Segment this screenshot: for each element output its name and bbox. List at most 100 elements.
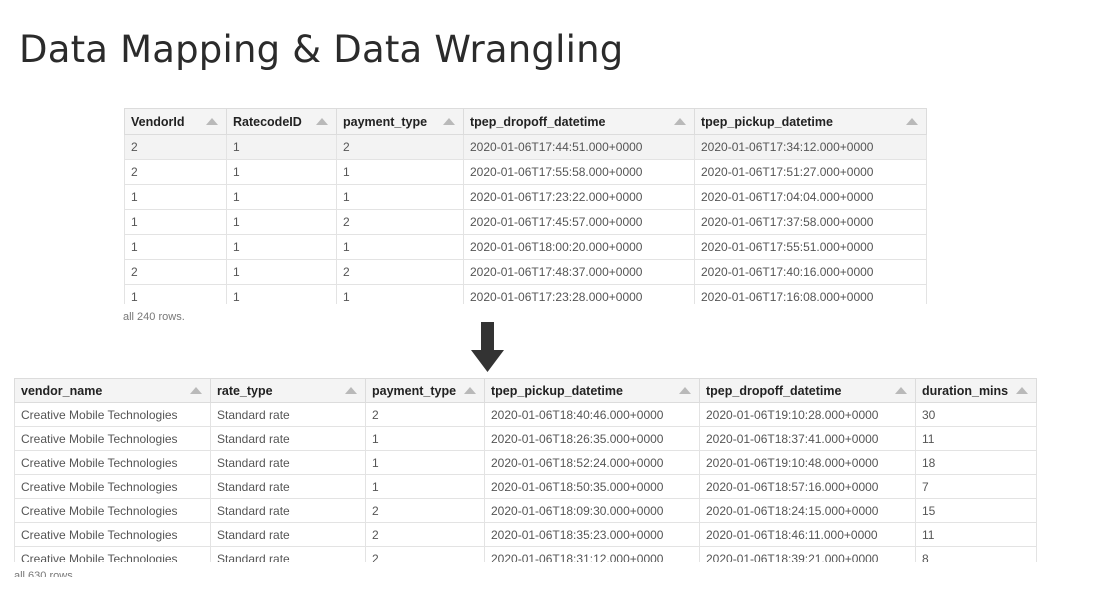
table-cell: 2020-01-06T17:23:22.000+0000 xyxy=(463,184,695,210)
table-cell: 2 xyxy=(336,134,464,160)
table-row[interactable]: Creative Mobile Technologies Standard ra… xyxy=(14,402,1037,427)
table-cell: 1 xyxy=(336,159,464,185)
table-cell: 2020-01-06T17:37:58.000+0000 xyxy=(694,209,927,235)
table-cell: 1 xyxy=(226,284,337,304)
sort-ascending-icon[interactable] xyxy=(206,117,218,125)
sort-ascending-icon[interactable] xyxy=(190,386,202,394)
column-header-rate-type[interactable]: rate_type xyxy=(210,378,366,403)
table-row[interactable]: Creative Mobile Technologies Standard ra… xyxy=(14,498,1037,523)
table-row[interactable]: 1 1 1 2020-01-06T17:23:22.000+0000 2020-… xyxy=(124,184,927,210)
column-header-label: payment_type xyxy=(372,383,457,398)
table-cell: Standard rate xyxy=(210,522,366,547)
table-row[interactable]: 1 1 2 2020-01-06T17:45:57.000+0000 2020-… xyxy=(124,209,927,235)
column-header-pickup-datetime[interactable]: tpep_pickup_datetime xyxy=(484,378,700,403)
table-cell: 2020-01-06T18:31:12.000+0000 xyxy=(484,546,700,562)
column-header-pickup-datetime[interactable]: tpep_pickup_datetime xyxy=(694,108,927,135)
table-cell: 2020-01-06T18:57:16.000+0000 xyxy=(699,474,916,499)
table-cell: 2 xyxy=(124,134,227,160)
table-cell: 15 xyxy=(915,498,1037,523)
column-header-label: rate_type xyxy=(217,383,273,398)
table-cell: 2020-01-06T17:51:27.000+0000 xyxy=(694,159,927,185)
table-cell: 1 xyxy=(226,184,337,210)
table-cell: Standard rate xyxy=(210,426,366,451)
table-cell: 2020-01-06T18:09:30.000+0000 xyxy=(484,498,700,523)
table-row[interactable]: Creative Mobile Technologies Standard ra… xyxy=(14,546,1037,562)
table-row[interactable]: Creative Mobile Technologies Standard ra… xyxy=(14,450,1037,475)
table-row[interactable]: 1 1 1 2020-01-06T18:00:20.000+0000 2020-… xyxy=(124,234,927,260)
table-cell: 2020-01-06T17:45:57.000+0000 xyxy=(463,209,695,235)
table-cell: 1 xyxy=(336,184,464,210)
sort-ascending-icon[interactable] xyxy=(443,117,455,125)
table-row[interactable]: 2 1 2 2020-01-06T17:48:37.000+0000 2020-… xyxy=(124,259,927,285)
table-cell: 2 xyxy=(365,546,485,562)
table-row[interactable]: 1 1 1 2020-01-06T17:23:28.000+0000 2020-… xyxy=(124,284,927,304)
table-cell: 2 xyxy=(124,159,227,185)
table-cell: Standard rate xyxy=(210,402,366,427)
table-cell: 2020-01-06T18:00:20.000+0000 xyxy=(463,234,695,260)
table-cell: 2 xyxy=(365,498,485,523)
sort-ascending-icon[interactable] xyxy=(464,386,476,394)
table-row[interactable]: Creative Mobile Technologies Standard ra… xyxy=(14,522,1037,547)
table-cell: 1 xyxy=(365,426,485,451)
table-cell: 2 xyxy=(365,402,485,427)
table-cell: Creative Mobile Technologies xyxy=(14,546,211,562)
column-header-label: tpep_dropoff_datetime xyxy=(706,383,842,398)
table-cell: 2020-01-06T18:46:11.000+0000 xyxy=(699,522,916,547)
table-cell: 2020-01-06T17:55:51.000+0000 xyxy=(694,234,927,260)
table-cell: 2 xyxy=(336,259,464,285)
column-header-payment-type[interactable]: payment_type xyxy=(336,108,464,135)
table-cell: 2020-01-06T17:04:04.000+0000 xyxy=(694,184,927,210)
table-row[interactable]: 2 1 1 2020-01-06T17:55:58.000+0000 2020-… xyxy=(124,159,927,185)
column-header-label: tpep_pickup_datetime xyxy=(701,114,833,129)
table-cell: 2020-01-06T18:37:41.000+0000 xyxy=(699,426,916,451)
table-cell: 2020-01-06T17:40:16.000+0000 xyxy=(694,259,927,285)
table-cell: 2 xyxy=(124,259,227,285)
sort-ascending-icon[interactable] xyxy=(679,386,691,394)
column-header-label: vendor_name xyxy=(21,383,103,398)
sort-ascending-icon[interactable] xyxy=(345,386,357,394)
table-cell: Creative Mobile Technologies xyxy=(14,522,211,547)
table-header-row: vendor_name rate_type payment_type tpep_… xyxy=(14,378,1037,403)
table-row[interactable]: Creative Mobile Technologies Standard ra… xyxy=(14,426,1037,451)
column-header-dropoff-datetime[interactable]: tpep_dropoff_datetime xyxy=(463,108,695,135)
table-cell: 1 xyxy=(226,134,337,160)
table-cell: 2020-01-06T19:10:28.000+0000 xyxy=(699,402,916,427)
table-cell: Creative Mobile Technologies xyxy=(14,474,211,499)
row-count-note: all 240 rows. xyxy=(123,311,185,322)
table-cell: 2020-01-06T18:24:15.000+0000 xyxy=(699,498,916,523)
sort-ascending-icon[interactable] xyxy=(674,117,686,125)
sort-ascending-icon[interactable] xyxy=(316,117,328,125)
column-header-dropoff-datetime[interactable]: tpep_dropoff_datetime xyxy=(699,378,916,403)
table-cell: 2020-01-06T18:52:24.000+0000 xyxy=(484,450,700,475)
table-cell: 1 xyxy=(124,284,227,304)
sort-ascending-icon[interactable] xyxy=(906,117,918,125)
row-count-note: all 630 rows. xyxy=(14,570,76,577)
column-header-label: payment_type xyxy=(343,114,428,129)
table-cell: 11 xyxy=(915,522,1037,547)
table-cell: Creative Mobile Technologies xyxy=(14,498,211,523)
table-row[interactable]: 2 1 2 2020-01-06T17:44:51.000+0000 2020-… xyxy=(124,134,927,160)
table-cell: 2 xyxy=(336,209,464,235)
sort-ascending-icon[interactable] xyxy=(1016,386,1028,394)
table-cell: 2020-01-06T17:44:51.000+0000 xyxy=(463,134,695,160)
sort-ascending-icon[interactable] xyxy=(895,386,907,394)
column-header-duration-mins[interactable]: duration_mins xyxy=(915,378,1037,403)
column-header-vendor-name[interactable]: vendor_name xyxy=(14,378,211,403)
column-header-payment-type[interactable]: payment_type xyxy=(365,378,485,403)
table-cell: Standard rate xyxy=(210,474,366,499)
table-cell: Standard rate xyxy=(210,546,366,562)
column-header-vendorid[interactable]: VendorId xyxy=(124,108,227,135)
column-header-ratecodeid[interactable]: RatecodeID xyxy=(226,108,337,135)
source-table-container[interactable]: VendorId RatecodeID payment_type tpep_dr… xyxy=(124,108,927,304)
table-cell: Creative Mobile Technologies xyxy=(14,426,211,451)
table-cell: 2020-01-06T18:26:35.000+0000 xyxy=(484,426,700,451)
table-cell: Creative Mobile Technologies xyxy=(14,450,211,475)
table-cell: 2020-01-06T17:34:12.000+0000 xyxy=(694,134,927,160)
result-table-container[interactable]: vendor_name rate_type payment_type tpep_… xyxy=(14,378,1037,562)
column-header-label: RatecodeID xyxy=(233,114,302,129)
source-table: VendorId RatecodeID payment_type tpep_dr… xyxy=(124,108,927,304)
column-header-label: duration_mins xyxy=(922,383,1009,398)
table-cell: 7 xyxy=(915,474,1037,499)
table-row[interactable]: Creative Mobile Technologies Standard ra… xyxy=(14,474,1037,499)
table-cell: 1 xyxy=(336,234,464,260)
